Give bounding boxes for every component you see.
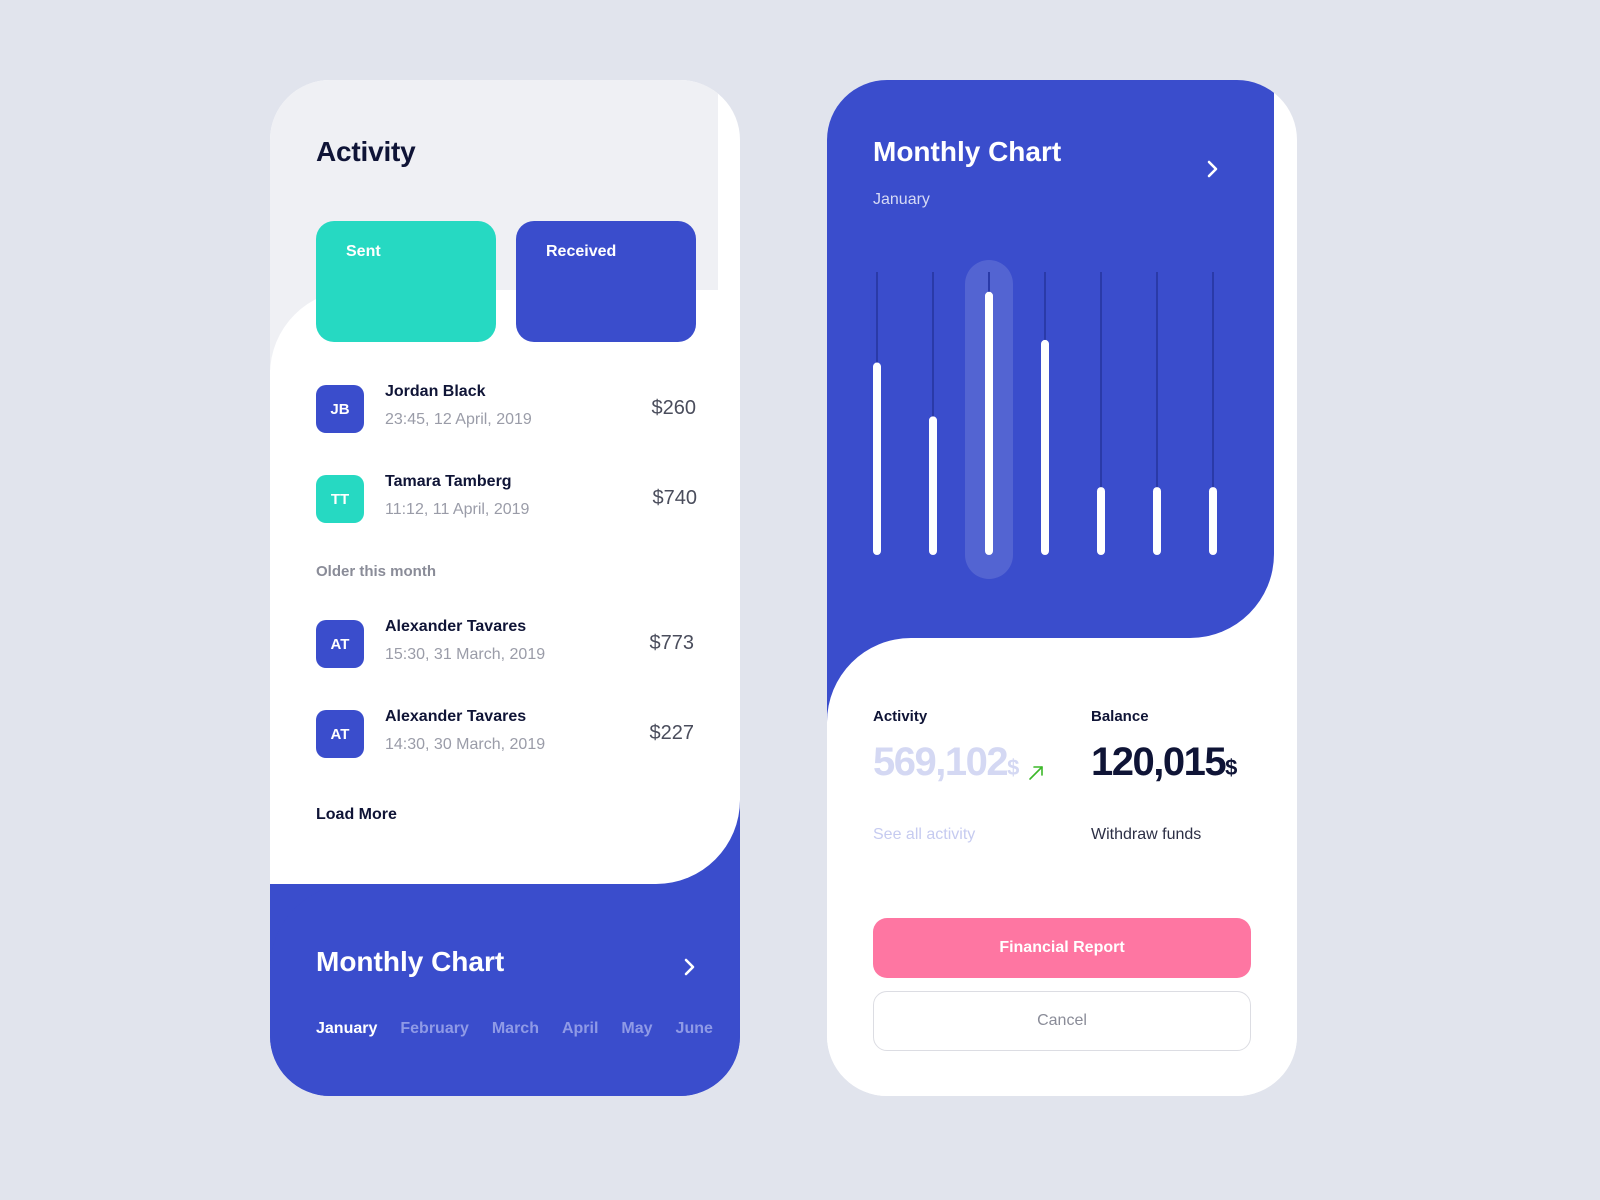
transaction-amount: $260 xyxy=(651,397,697,419)
month-tab-january[interactable]: January xyxy=(316,1020,377,1038)
chart-subtitle: January xyxy=(873,191,930,208)
month-tab-may[interactable]: May xyxy=(621,1020,652,1038)
withdraw-funds-link[interactable]: Withdraw funds xyxy=(1091,826,1201,844)
transaction-item[interactable]: TT Tamara Tamberg 11:12, 11 April, 2019 … xyxy=(316,473,698,525)
sent-tab[interactable]: Sent xyxy=(316,221,496,342)
older-section-label: Older this month xyxy=(316,563,436,580)
see-all-activity-link[interactable]: See all activity xyxy=(873,826,975,844)
load-more-link[interactable]: Load More xyxy=(316,806,397,824)
transaction-amount: $227 xyxy=(649,722,695,744)
cancel-button[interactable]: Cancel xyxy=(873,991,1251,1051)
balance-stat-value: 120,015$ xyxy=(1091,740,1237,785)
chart-title: Monthly Chart xyxy=(873,136,1062,167)
monthly-chart-title: Monthly Chart xyxy=(316,946,505,977)
transaction-name: Alexander Tavares xyxy=(385,618,527,635)
avatar: AT xyxy=(316,710,364,758)
balance-stat-label: Balance xyxy=(1091,708,1149,725)
activity-unit: $ xyxy=(1007,755,1020,780)
activity-screen: Activity Sent Received JB Jordan Black 2… xyxy=(270,80,740,1096)
balance-unit: $ xyxy=(1225,755,1238,780)
chevron-right-icon[interactable] xyxy=(680,956,700,978)
bar-chart xyxy=(873,260,1217,579)
activity-body-panel xyxy=(270,290,740,884)
received-tab-label: Received xyxy=(546,243,617,260)
monthly-chart-screen: Monthly Chart January Activity Balance 5… xyxy=(827,80,1297,1096)
arrow-up-right-icon xyxy=(1029,766,1043,780)
transaction-amount: $773 xyxy=(649,632,695,654)
transaction-name: Jordan Black xyxy=(385,383,486,400)
month-tab-april[interactable]: April xyxy=(562,1020,598,1038)
received-tab[interactable]: Received xyxy=(516,221,696,342)
balance-amount: 120,015 xyxy=(1091,740,1227,784)
month-tabs: January February March April May June xyxy=(316,1020,713,1038)
activity-amount: 569,102 xyxy=(873,740,1009,784)
transaction-item[interactable]: JB Jordan Black 23:45, 12 April, 2019 $2… xyxy=(316,383,697,435)
activity-stat-value: 569,102$ xyxy=(873,740,1019,785)
transaction-name: Tamara Tamberg xyxy=(385,473,512,490)
page-title: Activity xyxy=(316,136,416,167)
sent-tab-label: Sent xyxy=(346,243,381,260)
financial-report-button[interactable]: Financial Report xyxy=(873,918,1251,978)
transaction-time: 15:30, 31 March, 2019 xyxy=(385,646,546,663)
month-tab-march[interactable]: March xyxy=(492,1020,539,1038)
monthly-chart-panel[interactable] xyxy=(270,884,740,1096)
transaction-item[interactable]: AT Alexander Tavares 14:30, 30 March, 20… xyxy=(316,708,696,760)
avatar: JB xyxy=(316,385,364,433)
transaction-time: 23:45, 12 April, 2019 xyxy=(385,411,532,428)
month-tab-february[interactable]: February xyxy=(400,1020,468,1038)
avatar: TT xyxy=(316,475,364,523)
transaction-item[interactable]: AT Alexander Tavares 15:30, 31 March, 20… xyxy=(316,618,696,670)
transaction-time: 11:12, 11 April, 2019 xyxy=(385,501,530,518)
activity-stat-label: Activity xyxy=(873,708,928,725)
transaction-time: 14:30, 30 March, 2019 xyxy=(385,736,546,753)
avatar: AT xyxy=(316,620,364,668)
transaction-amount: $740 xyxy=(652,487,698,509)
month-tab-june[interactable]: June xyxy=(676,1020,713,1038)
transaction-name: Alexander Tavares xyxy=(385,708,527,725)
chevron-right-icon[interactable] xyxy=(1203,158,1223,180)
